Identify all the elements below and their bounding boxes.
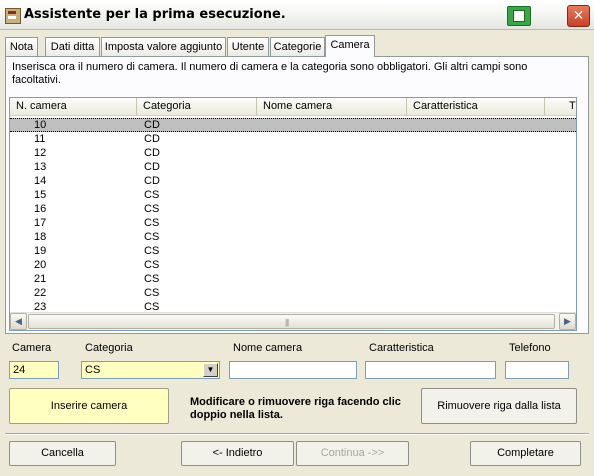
- cell-categoria: CS: [144, 231, 160, 243]
- cell-n-camera: 22: [34, 287, 47, 299]
- list-header: N. camera Categoria Nome camera Caratter…: [10, 98, 576, 116]
- list-row[interactable]: 18 CS: [10, 230, 576, 244]
- scroll-thumb[interactable]: |||: [28, 314, 555, 329]
- cell-categoria: CS: [144, 245, 160, 257]
- camera-list[interactable]: N. camera Categoria Nome camera Caratter…: [9, 97, 577, 331]
- tab-imposta-valore-aggiunto[interactable]: Imposta valore aggiunto: [101, 37, 226, 56]
- continua-button[interactable]: Continua ->>: [296, 441, 409, 466]
- horizontal-scrollbar[interactable]: ◀ ||| ▶: [10, 312, 576, 330]
- cell-categoria: CS: [144, 203, 160, 215]
- column-nome-camera[interactable]: Nome camera: [257, 98, 407, 115]
- list-row[interactable]: 11 CD: [10, 132, 576, 146]
- cell-n-camera: 19: [34, 245, 47, 257]
- scroll-left-icon[interactable]: ◀: [10, 313, 27, 330]
- list-row[interactable]: 10 CD: [10, 118, 576, 132]
- tab-camera[interactable]: Camera: [325, 35, 375, 57]
- list-body: 10 CD 11 CD 12 CD 13 CD 14 CD 15 CS 16 C…: [10, 116, 576, 313]
- column-caratteristica[interactable]: Caratteristica: [407, 98, 545, 115]
- wizard-window: Assistente per la prima esecuzione. ✕ No…: [0, 0, 594, 476]
- indietro-button[interactable]: <- Indietro: [181, 441, 294, 466]
- cell-categoria: CS: [144, 287, 160, 299]
- categoria-selected-value: CS: [85, 364, 101, 376]
- categoria-label: Categoria: [85, 342, 133, 354]
- cell-n-camera: 10: [34, 119, 47, 131]
- caratteristica-input[interactable]: [365, 361, 496, 379]
- cancella-button[interactable]: Cancella: [9, 441, 116, 466]
- camera-label: Camera: [12, 342, 52, 354]
- completare-button[interactable]: Completare: [470, 441, 581, 466]
- close-button[interactable]: ✕: [567, 5, 590, 27]
- list-row[interactable]: 12 CD: [10, 146, 576, 160]
- cell-n-camera: 18: [34, 231, 47, 243]
- cell-n-camera: 17: [34, 217, 47, 229]
- column-n-camera[interactable]: N. camera: [10, 98, 137, 115]
- tab-utente[interactable]: Utente: [227, 37, 269, 56]
- cell-categoria: CD: [144, 147, 160, 159]
- telefono-input[interactable]: [505, 361, 569, 379]
- cell-n-camera: 21: [34, 273, 47, 285]
- app-icon: [5, 8, 21, 24]
- footer-separator: [5, 433, 589, 435]
- edit-hint-text: Modificare o rimuovere riga facendo clic…: [190, 396, 401, 421]
- title-bar: Assistente per la prima esecuzione. ✕: [0, 0, 594, 30]
- cell-categoria: CD: [144, 161, 160, 173]
- cell-n-camera: 16: [34, 203, 47, 215]
- list-row[interactable]: 21 CS: [10, 272, 576, 286]
- chevron-down-icon[interactable]: ▼: [203, 363, 218, 377]
- column-telefono[interactable]: T: [545, 98, 576, 115]
- cell-n-camera: 14: [34, 175, 47, 187]
- cell-categoria: CS: [144, 273, 160, 285]
- tab-dati-ditta[interactable]: Dati ditta: [45, 37, 100, 56]
- grip-icon: |||: [285, 318, 289, 327]
- cell-categoria: CD: [144, 175, 160, 187]
- printer-icon[interactable]: [507, 6, 531, 26]
- list-row[interactable]: 16 CS: [10, 202, 576, 216]
- camera-input[interactable]: 24: [9, 361, 59, 379]
- nome-camera-input[interactable]: [229, 361, 357, 379]
- column-categoria[interactable]: Categoria: [137, 98, 257, 115]
- tab-nota[interactable]: Nota: [5, 37, 38, 56]
- categoria-select[interactable]: CS ▼: [81, 361, 220, 379]
- rimuovere-riga-button[interactable]: Rimuovere riga dalla lista: [421, 388, 577, 424]
- list-row[interactable]: 22 CS: [10, 286, 576, 300]
- list-row[interactable]: 17 CS: [10, 216, 576, 230]
- list-row[interactable]: 15 CS: [10, 188, 576, 202]
- cell-categoria: CS: [144, 259, 160, 271]
- cell-categoria: CS: [144, 217, 160, 229]
- instructions-text: Inserisca ora il numero di camera. Il nu…: [12, 61, 528, 86]
- tab-categorie[interactable]: Categorie: [270, 37, 325, 56]
- scroll-right-icon[interactable]: ▶: [559, 313, 576, 330]
- nome-camera-label: Nome camera: [233, 342, 303, 354]
- cell-n-camera: 13: [34, 161, 47, 173]
- cell-categoria: CD: [144, 133, 160, 145]
- cell-n-camera: 20: [34, 259, 47, 271]
- inserire-camera-button[interactable]: Inserire camera: [9, 388, 169, 424]
- list-row[interactable]: 13 CD: [10, 160, 576, 174]
- cell-n-camera: 12: [34, 147, 47, 159]
- cell-categoria: CS: [144, 189, 160, 201]
- cell-categoria: CD: [144, 119, 160, 131]
- list-row[interactable]: 19 CS: [10, 244, 576, 258]
- cell-n-camera: 15: [34, 189, 47, 201]
- caratteristica-label: Caratteristica: [369, 342, 434, 354]
- list-row[interactable]: 20 CS: [10, 258, 576, 272]
- cell-n-camera: 11: [34, 133, 46, 145]
- window-title: Assistente per la prima esecuzione.: [24, 7, 286, 22]
- list-row[interactable]: 14 CD: [10, 174, 576, 188]
- telefono-label: Telefono: [509, 342, 551, 354]
